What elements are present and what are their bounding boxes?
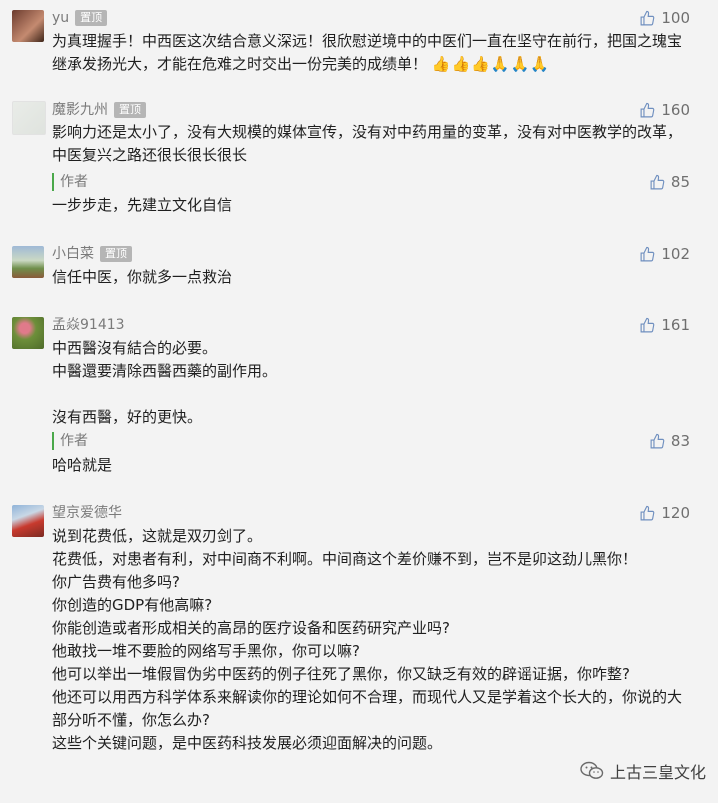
like-button[interactable]: 102 xyxy=(639,245,690,263)
like-count: 83 xyxy=(670,432,690,450)
comment-username-row: 孟焱91413 xyxy=(52,316,125,334)
like-count: 100 xyxy=(661,9,690,27)
comment-text: 说到花费低，这就是双刃剑了。 花费低，对患者有利，对中间商不利啊。中间商这个差价… xyxy=(52,527,683,752)
username[interactable]: yu xyxy=(52,10,69,26)
reply-author: 作者 xyxy=(52,432,88,450)
thumbs-up-icon xyxy=(640,246,655,261)
like-count: 160 xyxy=(661,101,690,119)
like-count: 161 xyxy=(661,316,690,334)
comment-username-row: 魔影九州 置顶 xyxy=(52,101,146,119)
like-button[interactable]: 120 xyxy=(639,504,690,522)
thumbs-up-icon xyxy=(640,102,655,117)
watermark-text: 上古三皇文化 xyxy=(609,763,706,782)
comment-username-row: 小白菜 置顶 xyxy=(52,245,132,263)
username[interactable]: 魔影九州 xyxy=(52,102,108,118)
comment-text: 中西醫沒有結合的必要。 中醫還要清除西醫西藥的副作用。 沒有西醫，好的更快。 xyxy=(52,339,278,426)
reply-text: 一步步走，先建立文化自信 xyxy=(52,196,233,214)
comment-text: 影响力还是太小了，没有大规模的媒体宣传，没有对中药用量的变革，没有对中医教学的改… xyxy=(52,123,683,164)
reply-like-button[interactable]: 83 xyxy=(649,432,690,450)
like-count: 85 xyxy=(670,173,690,191)
thumbs-up-icon xyxy=(640,10,655,25)
comment-text: 为真理握手！中西医这次结合意义深远！很欣慰逆境中的中医们一直在坚守在前行，把国之… xyxy=(52,30,692,76)
like-button[interactable]: 100 xyxy=(639,9,690,27)
comment-text: 信任中医，你就多一点救治 xyxy=(52,268,233,286)
thumbs-up-icon xyxy=(640,505,655,520)
username[interactable]: 小白菜 xyxy=(52,246,94,262)
reply-like-button[interactable]: 85 xyxy=(649,173,690,191)
emoji-thumbs-and-pray: 👍👍👍🙏🙏🙏 xyxy=(431,55,550,73)
reply-text: 哈哈就是 xyxy=(52,456,113,474)
pinned-badge: 置顶 xyxy=(75,10,108,26)
thumbs-up-icon xyxy=(650,174,665,189)
username[interactable]: 孟焱91413 xyxy=(52,317,125,333)
avatar[interactable] xyxy=(12,505,44,537)
username[interactable]: 望京爱德华 xyxy=(52,505,122,521)
comment-username-row: 望京爱德华 xyxy=(52,504,122,522)
avatar[interactable] xyxy=(12,101,46,135)
like-count: 120 xyxy=(661,504,690,522)
comment-username-row: yu 置顶 xyxy=(52,9,108,27)
like-button[interactable]: 161 xyxy=(639,316,690,334)
avatar[interactable] xyxy=(12,10,44,42)
wechat-icon xyxy=(580,761,604,779)
like-button[interactable]: 160 xyxy=(639,101,690,119)
reply-author: 作者 xyxy=(52,173,88,191)
pinned-badge: 置顶 xyxy=(114,102,146,118)
wechat-watermark: 上古三皇文化 xyxy=(580,759,706,783)
thumbs-up-icon xyxy=(650,433,665,448)
avatar[interactable] xyxy=(12,317,44,349)
avatar[interactable] xyxy=(12,246,44,278)
like-count: 102 xyxy=(661,245,690,263)
pinned-badge: 置顶 xyxy=(100,246,132,262)
thumbs-up-icon xyxy=(640,317,655,332)
